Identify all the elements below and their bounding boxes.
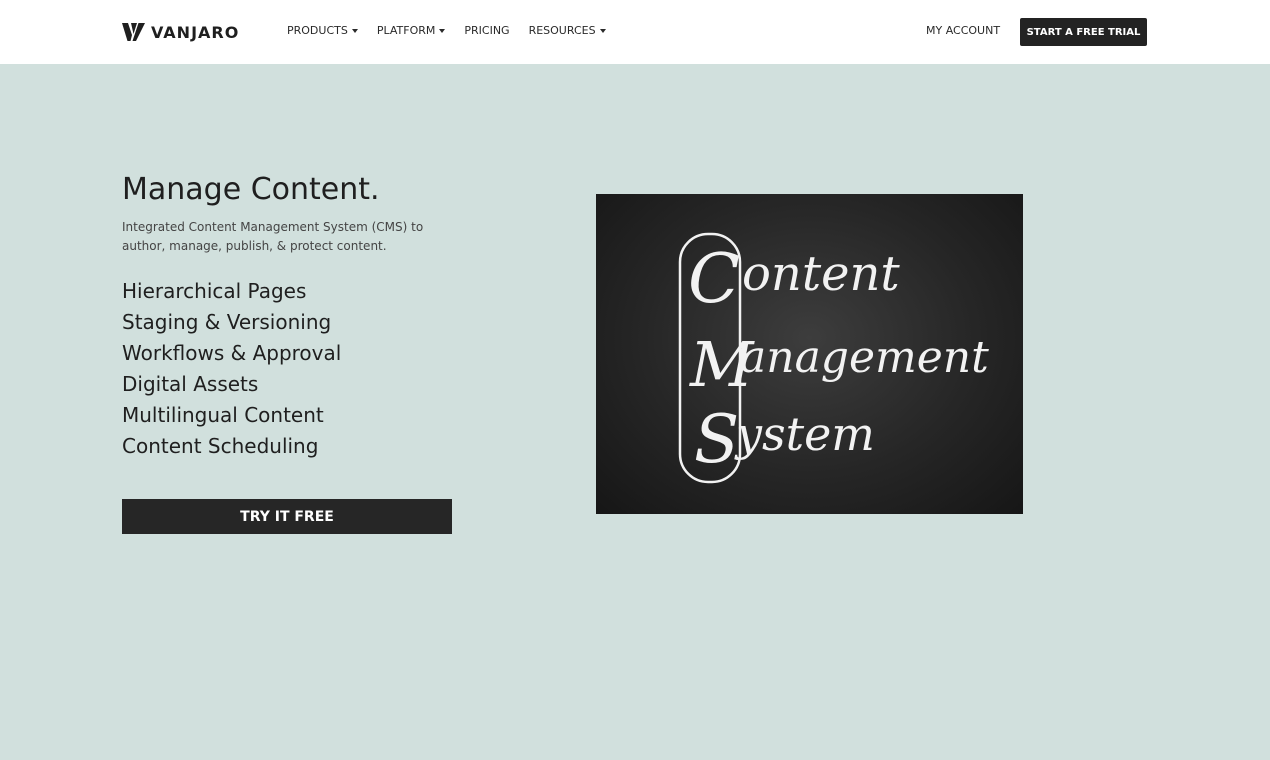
nav-pricing-label: PRICING (464, 24, 510, 37)
feature-item: Content Scheduling (122, 434, 319, 458)
try-it-free-button[interactable]: TRY IT FREE (122, 499, 452, 534)
chalkboard-drawing: C ontent M anagement S ystem (678, 232, 989, 484)
nav-products-label: PRODUCTS (287, 24, 348, 37)
vanjaro-logo-icon (122, 23, 145, 41)
my-account-link[interactable]: MY ACCOUNT (926, 24, 1000, 37)
feature-item: Digital Assets (122, 372, 259, 396)
hero-title: Manage Content. (122, 172, 380, 207)
chalk-initial-s: S (694, 401, 739, 478)
nav-platform-label: PLATFORM (376, 24, 436, 37)
top-navbar: VANJARO PRODUCTS PLATFORM PRICING RESOUR… (0, 0, 1270, 64)
cms-chalkboard-image: C ontent M anagement S ystem (596, 194, 1023, 514)
nav-platform[interactable]: PLATFORM (377, 24, 446, 37)
main-nav: PRODUCTS PLATFORM PRICING RESOURCES (287, 24, 625, 37)
feature-item: Workflows & Approval (122, 341, 342, 365)
brand-logo[interactable]: VANJARO (122, 22, 239, 42)
caret-down-icon (439, 28, 446, 33)
brand-name: VANJARO (151, 22, 240, 42)
feature-list: Hierarchical Pages Staging & Versioning … (122, 276, 341, 462)
caret-down-icon (599, 28, 606, 33)
start-free-trial-button[interactable]: START A FREE TRIAL (1020, 18, 1147, 46)
feature-item: Staging & Versioning (122, 310, 332, 334)
caret-down-icon (351, 28, 358, 33)
chalk-word-ontent: ontent (742, 246, 900, 302)
chalk-word-ystem: ystem (734, 407, 875, 461)
nav-pricing[interactable]: PRICING (464, 24, 509, 37)
hero-subtitle: Integrated Content Management System (CM… (122, 220, 424, 253)
chalk-initial-c: C (688, 240, 740, 319)
nav-products[interactable]: PRODUCTS (287, 24, 358, 37)
feature-item: Hierarchical Pages (122, 279, 307, 303)
chalk-word-anagement: anagement (740, 332, 989, 383)
nav-resources-label: RESOURCES (528, 24, 596, 37)
feature-item: Multilingual Content (122, 403, 324, 427)
nav-resources[interactable]: RESOURCES (529, 24, 606, 37)
